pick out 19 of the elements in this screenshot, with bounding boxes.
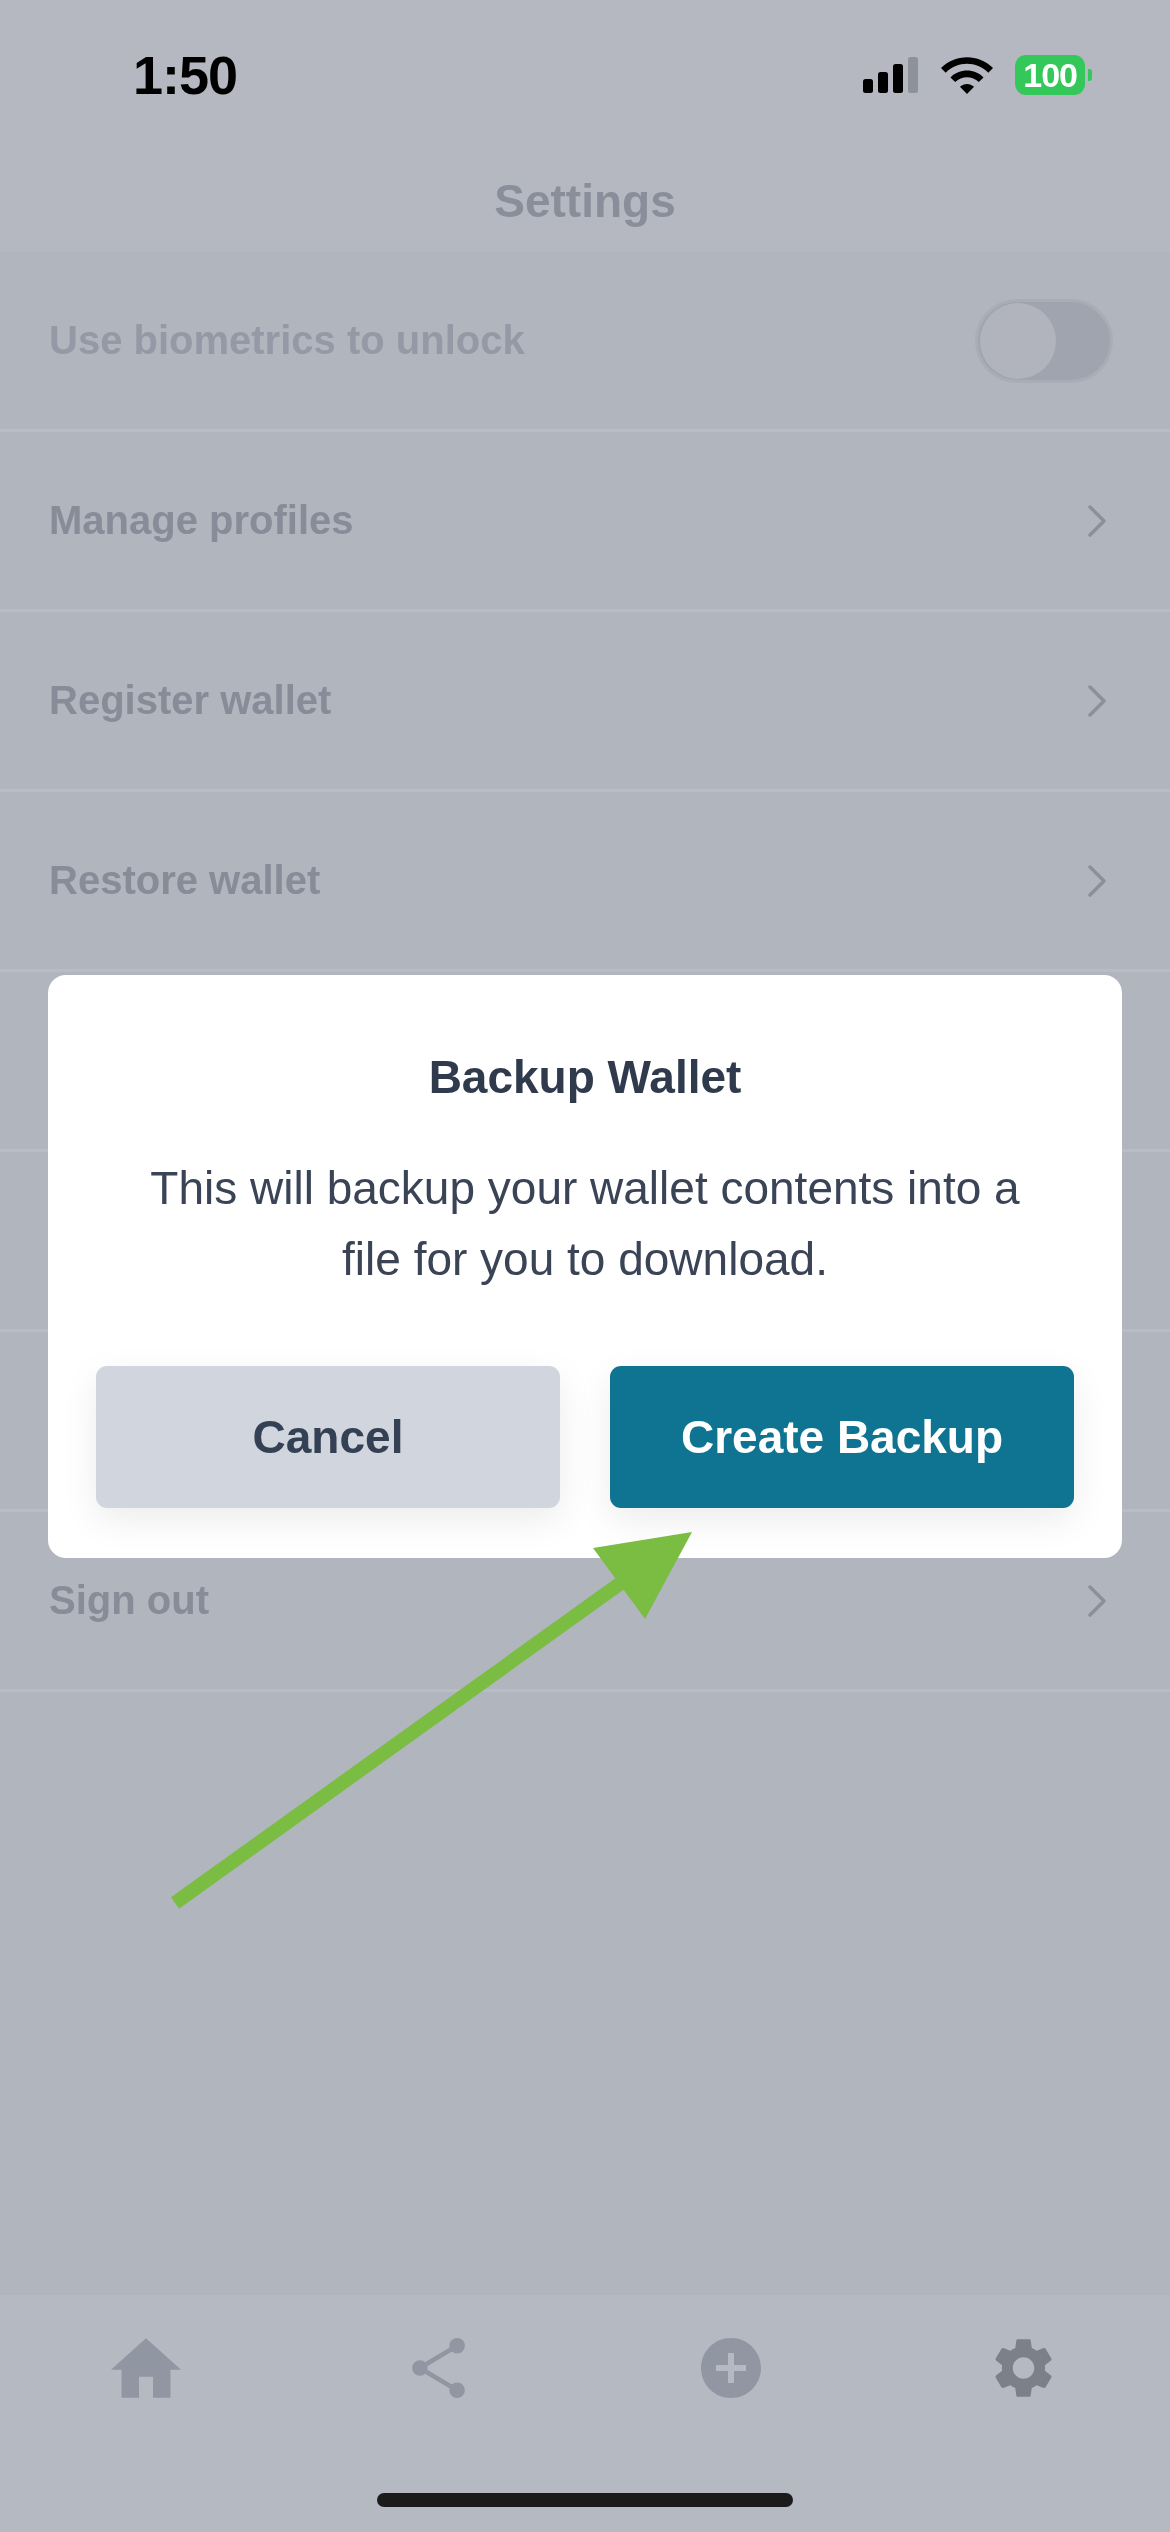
home-icon xyxy=(111,2338,182,2398)
dialog-title: Backup Wallet xyxy=(428,1049,742,1105)
wifi-icon xyxy=(941,56,994,94)
share-tab[interactable] xyxy=(412,2338,466,2398)
settings-icon xyxy=(995,2338,1053,2398)
chevron-icon xyxy=(1088,684,1106,717)
dialog-message: This will backup your wallet contents into a file for you to download. xyxy=(149,1160,1021,1287)
battery-indicator: 100 xyxy=(1015,55,1092,95)
chevron-icon xyxy=(1088,864,1106,897)
home-tab[interactable] xyxy=(111,2338,182,2398)
status-time: 1:50 xyxy=(133,48,238,102)
settings-tab[interactable] xyxy=(995,2338,1053,2398)
chevron-icon xyxy=(1088,504,1106,537)
chevron-icon xyxy=(1088,1584,1106,1617)
cancel-button[interactable]: Cancel xyxy=(96,1365,560,1508)
signal-icon xyxy=(863,57,920,93)
share-icon xyxy=(412,2338,466,2398)
add-tab[interactable] xyxy=(701,2338,762,2398)
create-backup-button[interactable]: Create Backup xyxy=(610,1365,1074,1508)
